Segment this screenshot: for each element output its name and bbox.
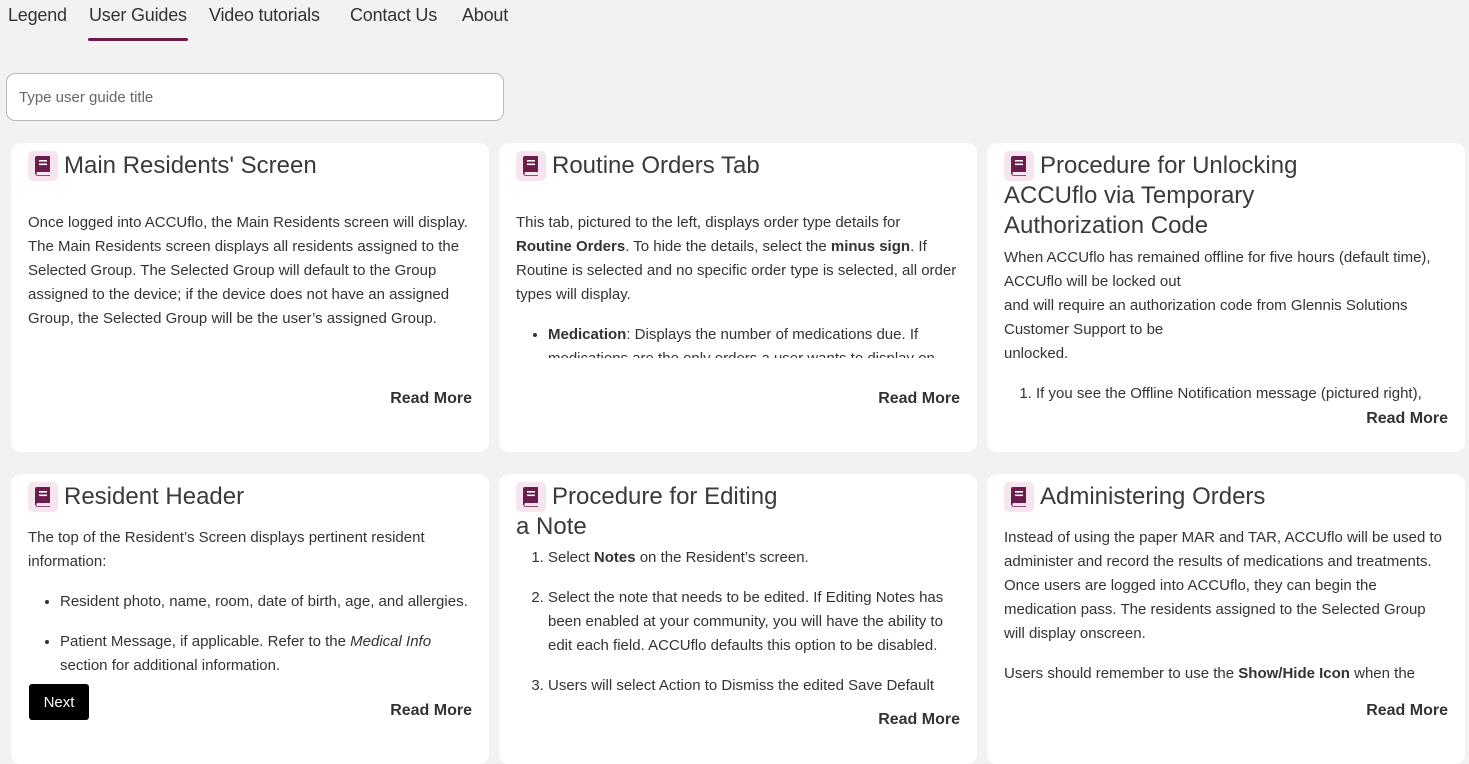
card-numbered-list: Select Notes on the Resident’s screen. S… [516,546,960,698]
next-button[interactable]: Next [29,684,89,720]
read-more-link[interactable]: Read More [390,702,472,720]
card-numbered-list: If you see the Offline Notification mess… [1004,382,1448,406]
card-header: Main Residents' Screen [28,151,472,181]
list-item: If you see the Offline Notification mess… [1036,382,1448,406]
read-more-link[interactable]: Read More [878,711,960,729]
guide-card-procedure-editing-note: Procedure for Editing a Note Select Note… [499,474,977,764]
list-item: Users will select Action to Dismiss the … [548,674,960,698]
card-body: This tab, pictured to the left, displays… [516,211,960,371]
card-header: Resident Header [28,482,472,512]
card-title: Procedure for Editing a Note [516,483,778,540]
book-icon [516,151,546,181]
list-item: Resident photo, name, room, date of birt… [60,590,472,614]
book-icon [1004,151,1034,181]
list-item: Select the note that needs to be edited.… [548,586,960,658]
card-bullet-list: Resident photo, name, room, date of birt… [28,590,472,678]
search-input[interactable] [6,73,504,121]
card-header: Administering Orders [1004,482,1448,512]
card-body: The top of the Resident’s Screen display… [28,526,472,678]
card-title: Routine Orders Tab [552,152,760,179]
card-text: The top of the Resident’s Screen display… [28,529,425,570]
card-text: This tab, pictured to the left, displays… [516,214,957,303]
nav-tabs: Legend User Guides Video tutorials Conta… [0,0,600,44]
read-more-link[interactable]: Read More [1366,702,1448,720]
guide-card-main-residents-screen: Main Residents' Screen Once logged into … [11,143,489,452]
tab-legend[interactable]: Legend [8,5,67,26]
card-text: Once logged into ACCUflo, the Main Resid… [28,214,468,327]
list-item: Select Notes on the Resident’s screen. [548,546,960,570]
card-text: Instead of using the paper MAR and TAR, … [1004,529,1443,642]
card-body: When ACCUflo has remained offline for fi… [1004,246,1448,406]
card-title: Administering Orders [1040,483,1266,510]
tab-user-guides[interactable]: User Guides [88,5,188,41]
book-icon [516,482,546,512]
card-body: Once logged into ACCUflo, the Main Resid… [28,211,472,331]
read-more-link[interactable]: Read More [1366,410,1448,428]
list-item: Patient Message, if applicable. Refer to… [60,630,472,678]
tab-about[interactable]: About [462,5,508,26]
tab-contact-us[interactable]: Contact Us [350,5,437,26]
guide-card-procedure-unlocking-accuflo: Procedure for Unlocking ACCUflo via Temp… [987,143,1465,452]
card-header: Procedure for Editing a Note [516,482,960,542]
card-title: Procedure for Unlocking ACCUflo via Temp… [1004,152,1298,239]
card-title: Main Residents' Screen [64,152,317,179]
read-more-link[interactable]: Read More [390,390,472,408]
card-header: Procedure for Unlocking ACCUflo via Temp… [1004,151,1448,241]
tab-video-tutorials[interactable]: Video tutorials [209,5,320,26]
card-header: Routine Orders Tab [516,151,960,181]
card-text: When ACCUflo has remained offline for fi… [1004,249,1431,362]
book-icon [28,151,58,181]
book-icon [28,482,58,512]
guide-card-routine-orders-tab: Routine Orders Tab This tab, pictured to… [499,143,977,452]
read-more-link[interactable]: Read More [878,390,960,408]
guide-card-resident-header: Resident Header The top of the Resident’… [11,474,489,764]
guide-card-administering-orders: Administering Orders Instead of using th… [987,474,1465,764]
card-body: Select Notes on the Resident’s screen. S… [516,546,960,698]
card-text: Users should remember to use the Show/Hi… [1004,665,1416,682]
card-title: Resident Header [64,483,245,510]
book-icon [1004,482,1034,512]
card-body: Instead of using the paper MAR and TAR, … [1004,526,1448,686]
